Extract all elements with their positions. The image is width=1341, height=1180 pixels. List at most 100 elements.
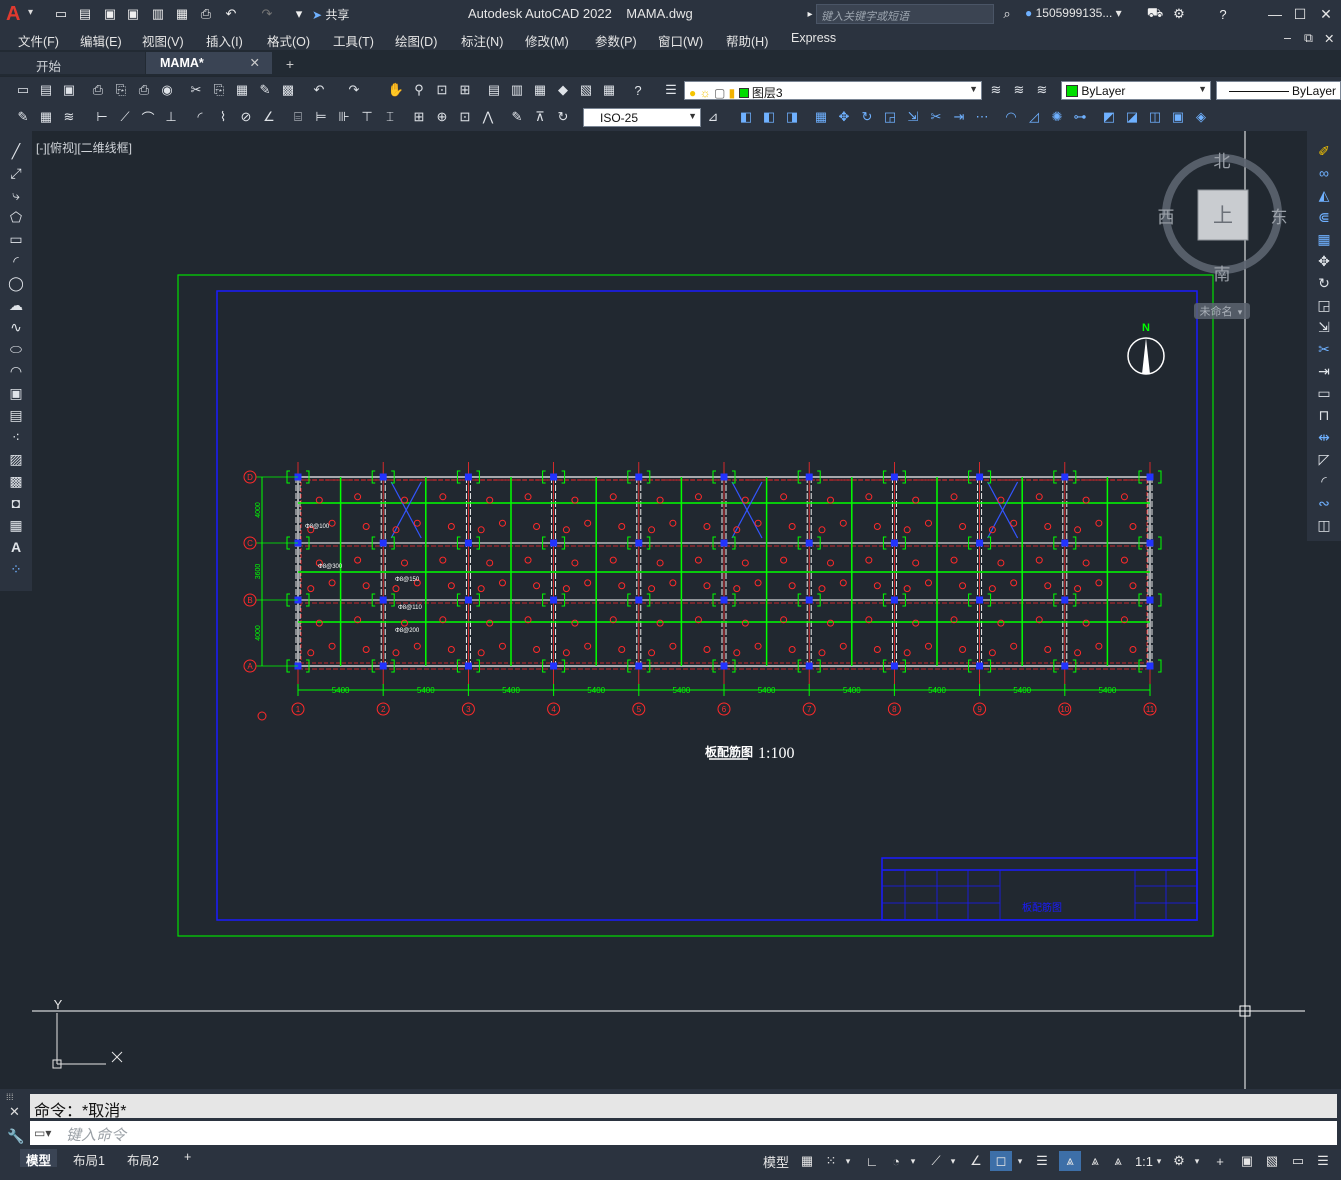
menu-dimension[interactable]: 标注(N) (461, 31, 503, 50)
polar-chevron-icon[interactable]: ▾ (907, 1151, 919, 1171)
table-edit-icon[interactable]: ▦ (37, 108, 55, 126)
save-icon[interactable]: ▣ (101, 5, 119, 23)
sheet-set-icon[interactable]: ◆ (554, 81, 572, 99)
make-current-layer-icon[interactable]: ≋ (987, 81, 1005, 99)
edit-icon[interactable]: ✎ (14, 108, 32, 126)
array-icon[interactable]: ▦ (1314, 229, 1334, 249)
publish-icon[interactable]: ⎙ (135, 81, 153, 99)
polyline-icon[interactable]: ⤷ (6, 185, 26, 205)
erase-icon[interactable]: ✐ (1314, 141, 1334, 161)
jogged-dim-icon[interactable]: ⌇ (214, 108, 232, 126)
customization-icon[interactable]: ☰ (1313, 1151, 1333, 1171)
menu-tools[interactable]: 工具(T) (333, 31, 374, 50)
tab-close-icon[interactable]: ✕ (250, 55, 260, 70)
hatch-back-icon[interactable]: ▣ (1169, 108, 1187, 126)
layer-dropdown[interactable]: ● ☼ ▢ ▮ 图层3 ▼ (684, 81, 982, 100)
revision-cloud-icon[interactable]: ☁ (6, 295, 26, 315)
zoom-previous-icon[interactable]: ⊞ (456, 81, 474, 99)
menu-edit[interactable]: 编辑(E) (80, 31, 122, 50)
grid-icon[interactable]: ▦ (797, 1151, 817, 1171)
ordinate-dim-icon[interactable]: ⊥ (162, 108, 180, 126)
layer-previous-icon[interactable]: ≋ (1010, 81, 1028, 99)
make-block-icon[interactable]: ▤ (6, 405, 26, 425)
minimize-icon[interactable]: — (1265, 4, 1285, 24)
quick-properties-icon[interactable]: ▧ (1262, 1151, 1282, 1171)
center-mark-icon[interactable]: ⊕ (433, 108, 451, 126)
customize-wrench-icon[interactable]: 🔧 (7, 1128, 24, 1145)
layers-icon[interactable]: ≋ (60, 108, 78, 126)
copy-icon[interactable]: ⎘ (210, 81, 228, 99)
wipeout-icon[interactable]: ◈ (1192, 108, 1210, 126)
menu-draw[interactable]: 绘图(D) (395, 31, 437, 50)
tolerance-icon[interactable]: ⊞ (410, 108, 428, 126)
table-icon[interactable]: ▦ (6, 515, 26, 535)
copy-icon[interactable]: ◧ (737, 108, 755, 126)
maximize-icon[interactable]: ☐ (1290, 4, 1310, 24)
app-menu-caret-icon[interactable]: ▾ (28, 7, 33, 18)
layout-tab-model[interactable]: 模型 (20, 1149, 58, 1168)
extend-icon[interactable]: ⇥ (950, 108, 968, 126)
arc-length-icon[interactable]: ⌒ (139, 108, 157, 126)
join-icon[interactable]: ⇹ (1314, 427, 1334, 447)
recent-commands-icon[interactable]: ▭▾ (34, 1126, 51, 1140)
ellipse-icon[interactable]: ⬭ (6, 339, 26, 359)
ortho-icon[interactable]: ∟ (862, 1151, 882, 1171)
redo-icon[interactable]: ↷ (258, 5, 276, 23)
join-icon[interactable]: ⊶ (1071, 108, 1089, 126)
dim-space-icon[interactable]: ⊤ (358, 108, 376, 126)
close-commandline-icon[interactable]: ✕ (9, 1104, 20, 1120)
angular-dim-icon[interactable]: ∠ (260, 108, 278, 126)
doc-minimize-icon[interactable]: – (1284, 31, 1291, 45)
fillet-icon[interactable]: ◠ (1002, 108, 1020, 126)
text-front-icon[interactable]: ◫ (1146, 108, 1164, 126)
publish-icon[interactable]: ▥ (149, 5, 167, 23)
move-icon[interactable]: ✥ (835, 108, 853, 126)
dim-update-icon[interactable]: ↻ (554, 108, 572, 126)
dimstyle-dropdown[interactable]: ISO-25 ▼ (583, 108, 701, 127)
snap-icon[interactable]: ⁙ (821, 1151, 841, 1171)
match-properties-icon[interactable]: ✎ (256, 81, 274, 99)
region-icon[interactable]: ◘ (6, 493, 26, 513)
3d-print-icon[interactable]: ◉ (158, 81, 176, 99)
mirror-icon[interactable]: ◧ (760, 108, 778, 126)
break-icon[interactable]: ⋯ (973, 108, 991, 126)
object-snap-tracking-icon[interactable]: ∠ (966, 1151, 986, 1171)
trim-icon[interactable]: ✂ (927, 108, 945, 126)
linear-dim-icon[interactable]: ⊢ (93, 108, 111, 126)
draw-order-front-icon[interactable]: ◩ (1100, 108, 1118, 126)
menu-parametric[interactable]: 参数(P) (595, 31, 637, 50)
help-icon[interactable]: ? (1214, 5, 1232, 23)
point-icon[interactable]: ⁖ (6, 427, 26, 447)
clean-screen-icon[interactable]: ▭ (1288, 1151, 1308, 1171)
model-space-button[interactable]: 模型 (762, 1151, 790, 1171)
save-as-icon[interactable]: ▣ (124, 5, 142, 23)
menu-help[interactable]: 帮助(H) (726, 31, 768, 50)
workspace-gear-icon[interactable]: ⚙ (1169, 1151, 1189, 1171)
layer-state-icon[interactable]: ≋ (1033, 81, 1051, 99)
stretch-icon[interactable]: ⇲ (1314, 317, 1334, 337)
scale-icon[interactable]: ◲ (1314, 295, 1334, 315)
workspace-chevron-icon[interactable]: ▾ (1191, 1151, 1203, 1171)
menu-window[interactable]: 窗口(W) (658, 31, 703, 50)
layer-properties-icon[interactable]: ☰ (662, 81, 680, 99)
command-input[interactable]: 键入命令 (30, 1121, 1337, 1145)
zoom-realtime-icon[interactable]: ⚲ (410, 81, 428, 99)
plot-icon[interactable]: ⎙ (89, 81, 107, 99)
construction-line-icon[interactable]: ⤢ (6, 163, 26, 183)
cut-icon[interactable]: ✂ (187, 81, 205, 99)
share-button[interactable]: ➤ 共享 (312, 6, 349, 23)
snap-chevron-icon[interactable]: ▾ (842, 1151, 854, 1171)
gradient-icon[interactable]: ▩ (6, 471, 26, 491)
paste-icon[interactable]: ▦ (233, 81, 251, 99)
autocad-logo-icon[interactable]: A (6, 3, 28, 25)
zoom-window-icon[interactable]: ⊡ (433, 81, 451, 99)
chamfer-icon[interactable]: ◿ (1025, 108, 1043, 126)
spline-icon[interactable]: ∿ (6, 317, 26, 337)
menu-file[interactable]: 文件(F) (18, 31, 59, 50)
dim-style-icon[interactable]: ⊿ (704, 108, 722, 126)
line-icon[interactable]: ╱ (6, 141, 26, 161)
lineweight-icon[interactable]: ☰ (1032, 1151, 1052, 1171)
new-tab-button[interactable]: + (281, 52, 299, 74)
offset-icon[interactable]: ◨ (783, 108, 801, 126)
preview-icon[interactable]: ⎘ (112, 81, 130, 99)
